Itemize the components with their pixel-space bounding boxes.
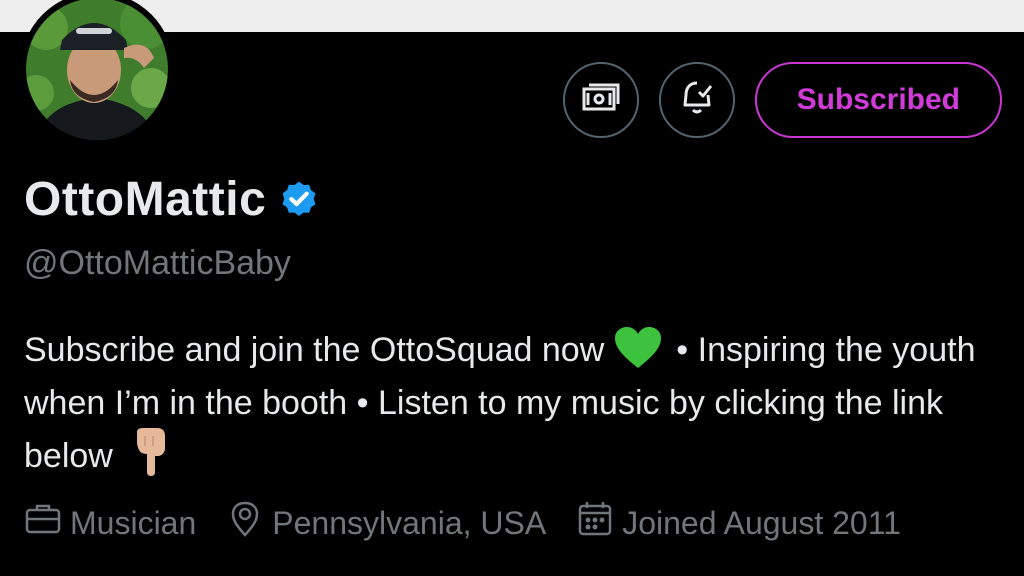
- joined-text: Joined August 2011: [622, 504, 901, 541]
- green-heart-emoji: [604, 327, 676, 374]
- profile-actions: Subscribed: [562, 62, 1002, 138]
- subscribed-button-label: Subscribed: [796, 83, 960, 116]
- name-row: OttoMattic: [24, 172, 320, 227]
- avatar[interactable]: [20, 0, 174, 146]
- location-text: Pennsylvania, USA: [272, 504, 547, 541]
- briefcase-icon: [24, 500, 70, 546]
- display-name: OttoMattic: [24, 173, 267, 226]
- meta-joined: Joined August 2011: [576, 500, 901, 546]
- profile-meta: Musician Pennsylvania, USA Joined August…: [24, 500, 931, 546]
- meta-profession: Musician: [24, 500, 196, 546]
- tip-button[interactable]: [562, 62, 639, 138]
- bell-check-icon: [677, 78, 717, 123]
- profile-bio: Subscribe and join the OttoSquad now • In…: [24, 324, 1009, 483]
- profile-handle: @OttoMatticBaby: [24, 244, 291, 282]
- meta-location: Pennsylvania, USA: [226, 500, 546, 546]
- bio-text-part1: Subscribe and join the OttoSquad now: [24, 331, 605, 369]
- point-down-emoji: [113, 428, 171, 482]
- verified-badge-icon[interactable]: [278, 179, 320, 221]
- money-icon: [581, 78, 621, 123]
- notifications-button[interactable]: [658, 62, 735, 138]
- location-pin-icon: [226, 500, 272, 546]
- avatar-photo: [26, 0, 168, 140]
- profession-text: Musician: [70, 504, 197, 541]
- subscribed-button[interactable]: Subscribed: [754, 62, 1002, 138]
- calendar-icon: [576, 500, 622, 546]
